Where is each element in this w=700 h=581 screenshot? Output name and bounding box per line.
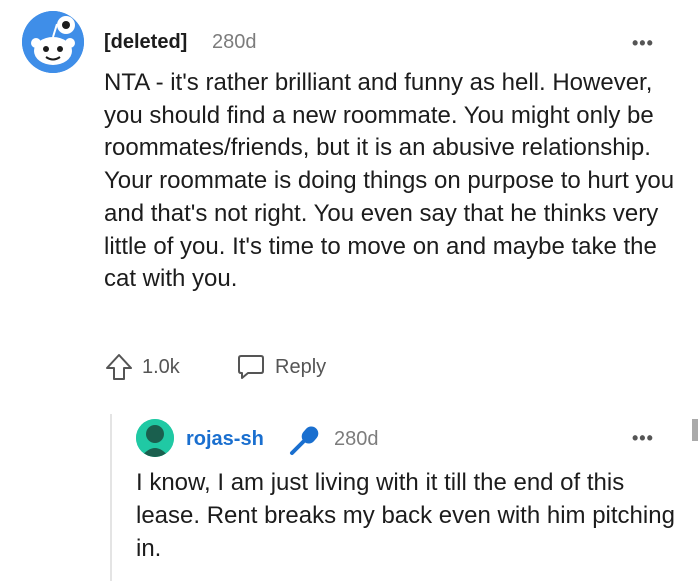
upvote-arrow-icon	[106, 354, 132, 380]
reply-button[interactable]: Reply	[236, 352, 326, 382]
vote-count: 1.0k	[142, 355, 180, 378]
speech-bubble-icon	[238, 355, 264, 379]
reply-age: 280d	[334, 428, 379, 450]
more-options-icon[interactable]: •••	[632, 33, 654, 54]
user-avatar-icon	[136, 419, 174, 457]
comment-body: NTA - it's rather brilliant and funny as…	[104, 69, 675, 293]
reply-more-options-icon[interactable]: •••	[632, 428, 654, 449]
reply-label: Reply	[275, 355, 327, 378]
upvote-button[interactable]: 1.0k	[104, 352, 180, 382]
microphone-icon	[288, 424, 322, 461]
reply-author[interactable]: rojas-sh	[186, 428, 264, 451]
comment-author[interactable]: [deleted]	[104, 31, 187, 54]
snoo-avatar-icon	[22, 11, 84, 73]
reply-body: I know, I am just living with it till th…	[136, 469, 675, 562]
thread-line[interactable]	[110, 414, 112, 581]
comment-age: 280d	[212, 31, 257, 53]
reply-avatar[interactable]	[136, 419, 174, 457]
scrollbar[interactable]	[692, 419, 698, 441]
avatar[interactable]	[22, 11, 84, 73]
